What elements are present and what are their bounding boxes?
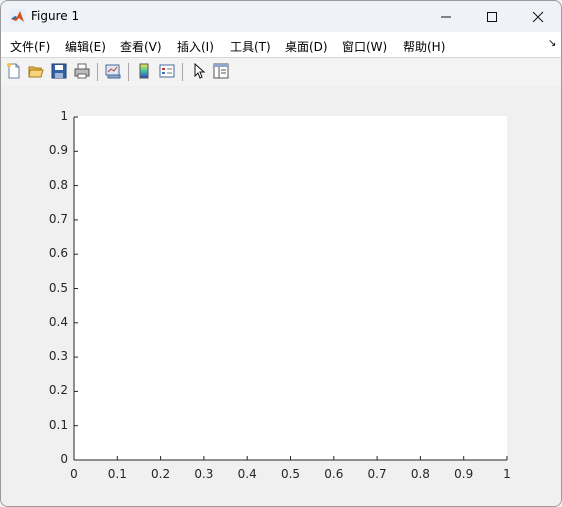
axes-frame — [73, 116, 508, 461]
y-tick-label: 0.6 — [48, 246, 68, 261]
y-tick-label: 0.5 — [48, 280, 68, 295]
y-tick-label: 0.7 — [48, 211, 68, 226]
y-tick-label: 0.4 — [48, 314, 68, 329]
x-tick-label: 0.5 — [280, 467, 301, 481]
x-tick-label: 0.9 — [454, 467, 474, 481]
y-tick-label: 0.2 — [48, 383, 68, 398]
y-tick-label: 0 — [60, 452, 68, 466]
x-tick-label: 0.2 — [151, 467, 171, 481]
y-tick-label: 0.9 — [48, 143, 68, 158]
x-tick-label: 0 — [70, 467, 78, 481]
y-tick-label: 0.1 — [48, 417, 68, 432]
x-tick-label: 0.4 — [237, 467, 257, 481]
y-tick-label: 0.3 — [48, 349, 68, 364]
y-tick-label: 1 — [60, 109, 68, 123]
x-tick-label: 0.7 — [367, 467, 387, 481]
x-tick-label: 0.3 — [194, 467, 214, 481]
x-tick-label: 0.6 — [324, 467, 344, 481]
x-tick-label: 0.8 — [410, 467, 430, 481]
x-tick-label: 1 — [503, 467, 511, 481]
x-tick-label: 0.1 — [107, 467, 127, 481]
y-tick-label: 0.8 — [48, 177, 68, 192]
